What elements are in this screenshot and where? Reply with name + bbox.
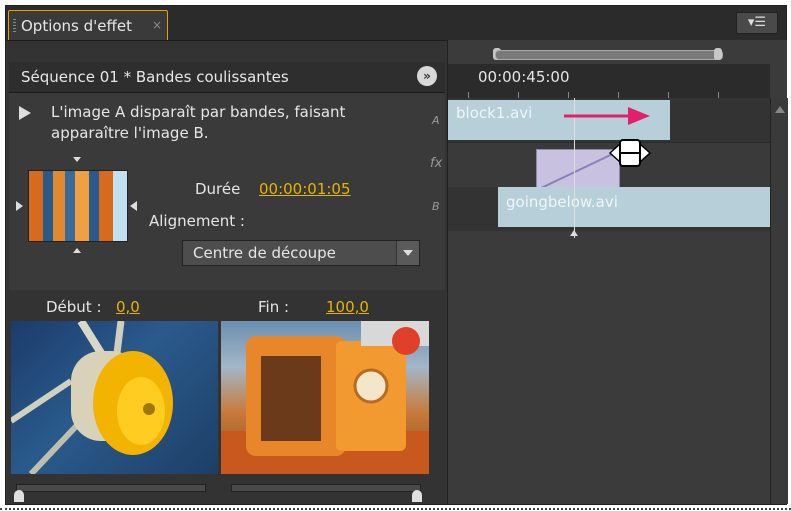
track-b-letter: B <box>432 200 440 213</box>
thumb-strip <box>89 171 99 241</box>
alignment-label: Alignement : <box>149 212 245 230</box>
end-value[interactable]: 100,0 <box>326 298 369 316</box>
effect-controls-area: Séquence 01 * Bandes coulissantes » L'im… <box>9 62 445 290</box>
show-timeline-button[interactable]: » <box>417 66 437 86</box>
vertical-scrollbar[interactable] <box>770 98 788 504</box>
alignment-dropdown[interactable]: Centre de découpe <box>182 240 420 266</box>
fx-icon: fx <box>430 156 443 171</box>
thumb-strip <box>53 171 65 241</box>
edge-selector-top-icon[interactable] <box>73 157 81 162</box>
effect-description: L'image A disparaît par bandes, faisant … <box>51 103 346 142</box>
track-a-letter: A <box>432 114 440 127</box>
pulley-image <box>11 321 173 474</box>
zoom-scrollbar[interactable] <box>495 50 723 60</box>
effect-timeline: 00:00:45:00 block1.avi goingbelow.avi <box>447 40 788 504</box>
end-slider[interactable] <box>231 484 421 492</box>
scroll-up-icon[interactable] <box>775 106 785 113</box>
thumb-strip <box>43 171 53 241</box>
boat-door-image <box>221 321 429 474</box>
timecode: 00:00:45:00 <box>478 68 570 86</box>
thumb-strip <box>113 171 127 241</box>
tab-effect-options[interactable]: Options d'effet × <box>8 10 168 40</box>
start-label: Début : <box>46 298 102 316</box>
edge-selector-right-icon[interactable] <box>130 201 137 211</box>
slide-cursor-icon <box>608 139 652 167</box>
thumb-strip <box>29 171 43 241</box>
playhead-marker-icon[interactable] <box>570 230 578 236</box>
move-arrow-icon <box>564 107 650 125</box>
preview-image-a <box>11 321 218 474</box>
sequence-bar: Séquence 01 * Bandes coulissantes » <box>9 62 445 93</box>
start-slider-handle[interactable] <box>14 490 24 502</box>
clip-b[interactable]: goingbelow.avi <box>498 187 770 227</box>
edge-selector-left-icon[interactable] <box>16 201 23 211</box>
panel-menu-button[interactable]: ▾☰ <box>736 12 778 34</box>
dotted-border <box>0 508 791 510</box>
end-label: Fin : <box>258 298 290 316</box>
start-value[interactable]: 0,0 <box>116 298 140 316</box>
tab-label: Options d'effet <box>21 17 132 35</box>
end-slider-handle[interactable] <box>412 490 422 502</box>
clip-a-name: block1.avi <box>456 104 533 122</box>
panel-tab-bar: Options d'effet × ▾☰ <box>6 6 786 41</box>
thumb-strip <box>75 171 89 241</box>
sequence-title: Séquence 01 * Bandes coulissantes <box>21 68 289 86</box>
time-ruler[interactable]: 00:00:45:00 <box>448 64 770 99</box>
play-preview-icon[interactable] <box>19 106 31 120</box>
edge-selector-bottom-icon[interactable] <box>73 248 81 253</box>
menu-icon: ▾☰ <box>747 15 767 30</box>
zoom-right-handle[interactable] <box>714 48 722 60</box>
close-icon[interactable]: × <box>152 18 162 32</box>
preview-image-b <box>221 321 429 474</box>
thumb-strip <box>65 171 75 241</box>
clip-b-name: goingbelow.avi <box>506 193 618 211</box>
alignment-selected: Centre de découpe <box>193 244 336 262</box>
start-slider[interactable] <box>16 484 206 492</box>
transition-thumbnail[interactable] <box>28 170 128 242</box>
track-b: goingbelow.avi <box>448 187 770 231</box>
effect-options-panel: Options d'effet × ▾☰ Séquence 01 * Bande… <box>5 5 788 505</box>
thumb-strip <box>99 171 113 241</box>
duration-value[interactable]: 00:00:01:05 <box>259 180 351 198</box>
grip-icon[interactable] <box>13 19 16 33</box>
chevron-down-icon <box>396 241 419 265</box>
duration-label: Durée <box>195 180 241 198</box>
